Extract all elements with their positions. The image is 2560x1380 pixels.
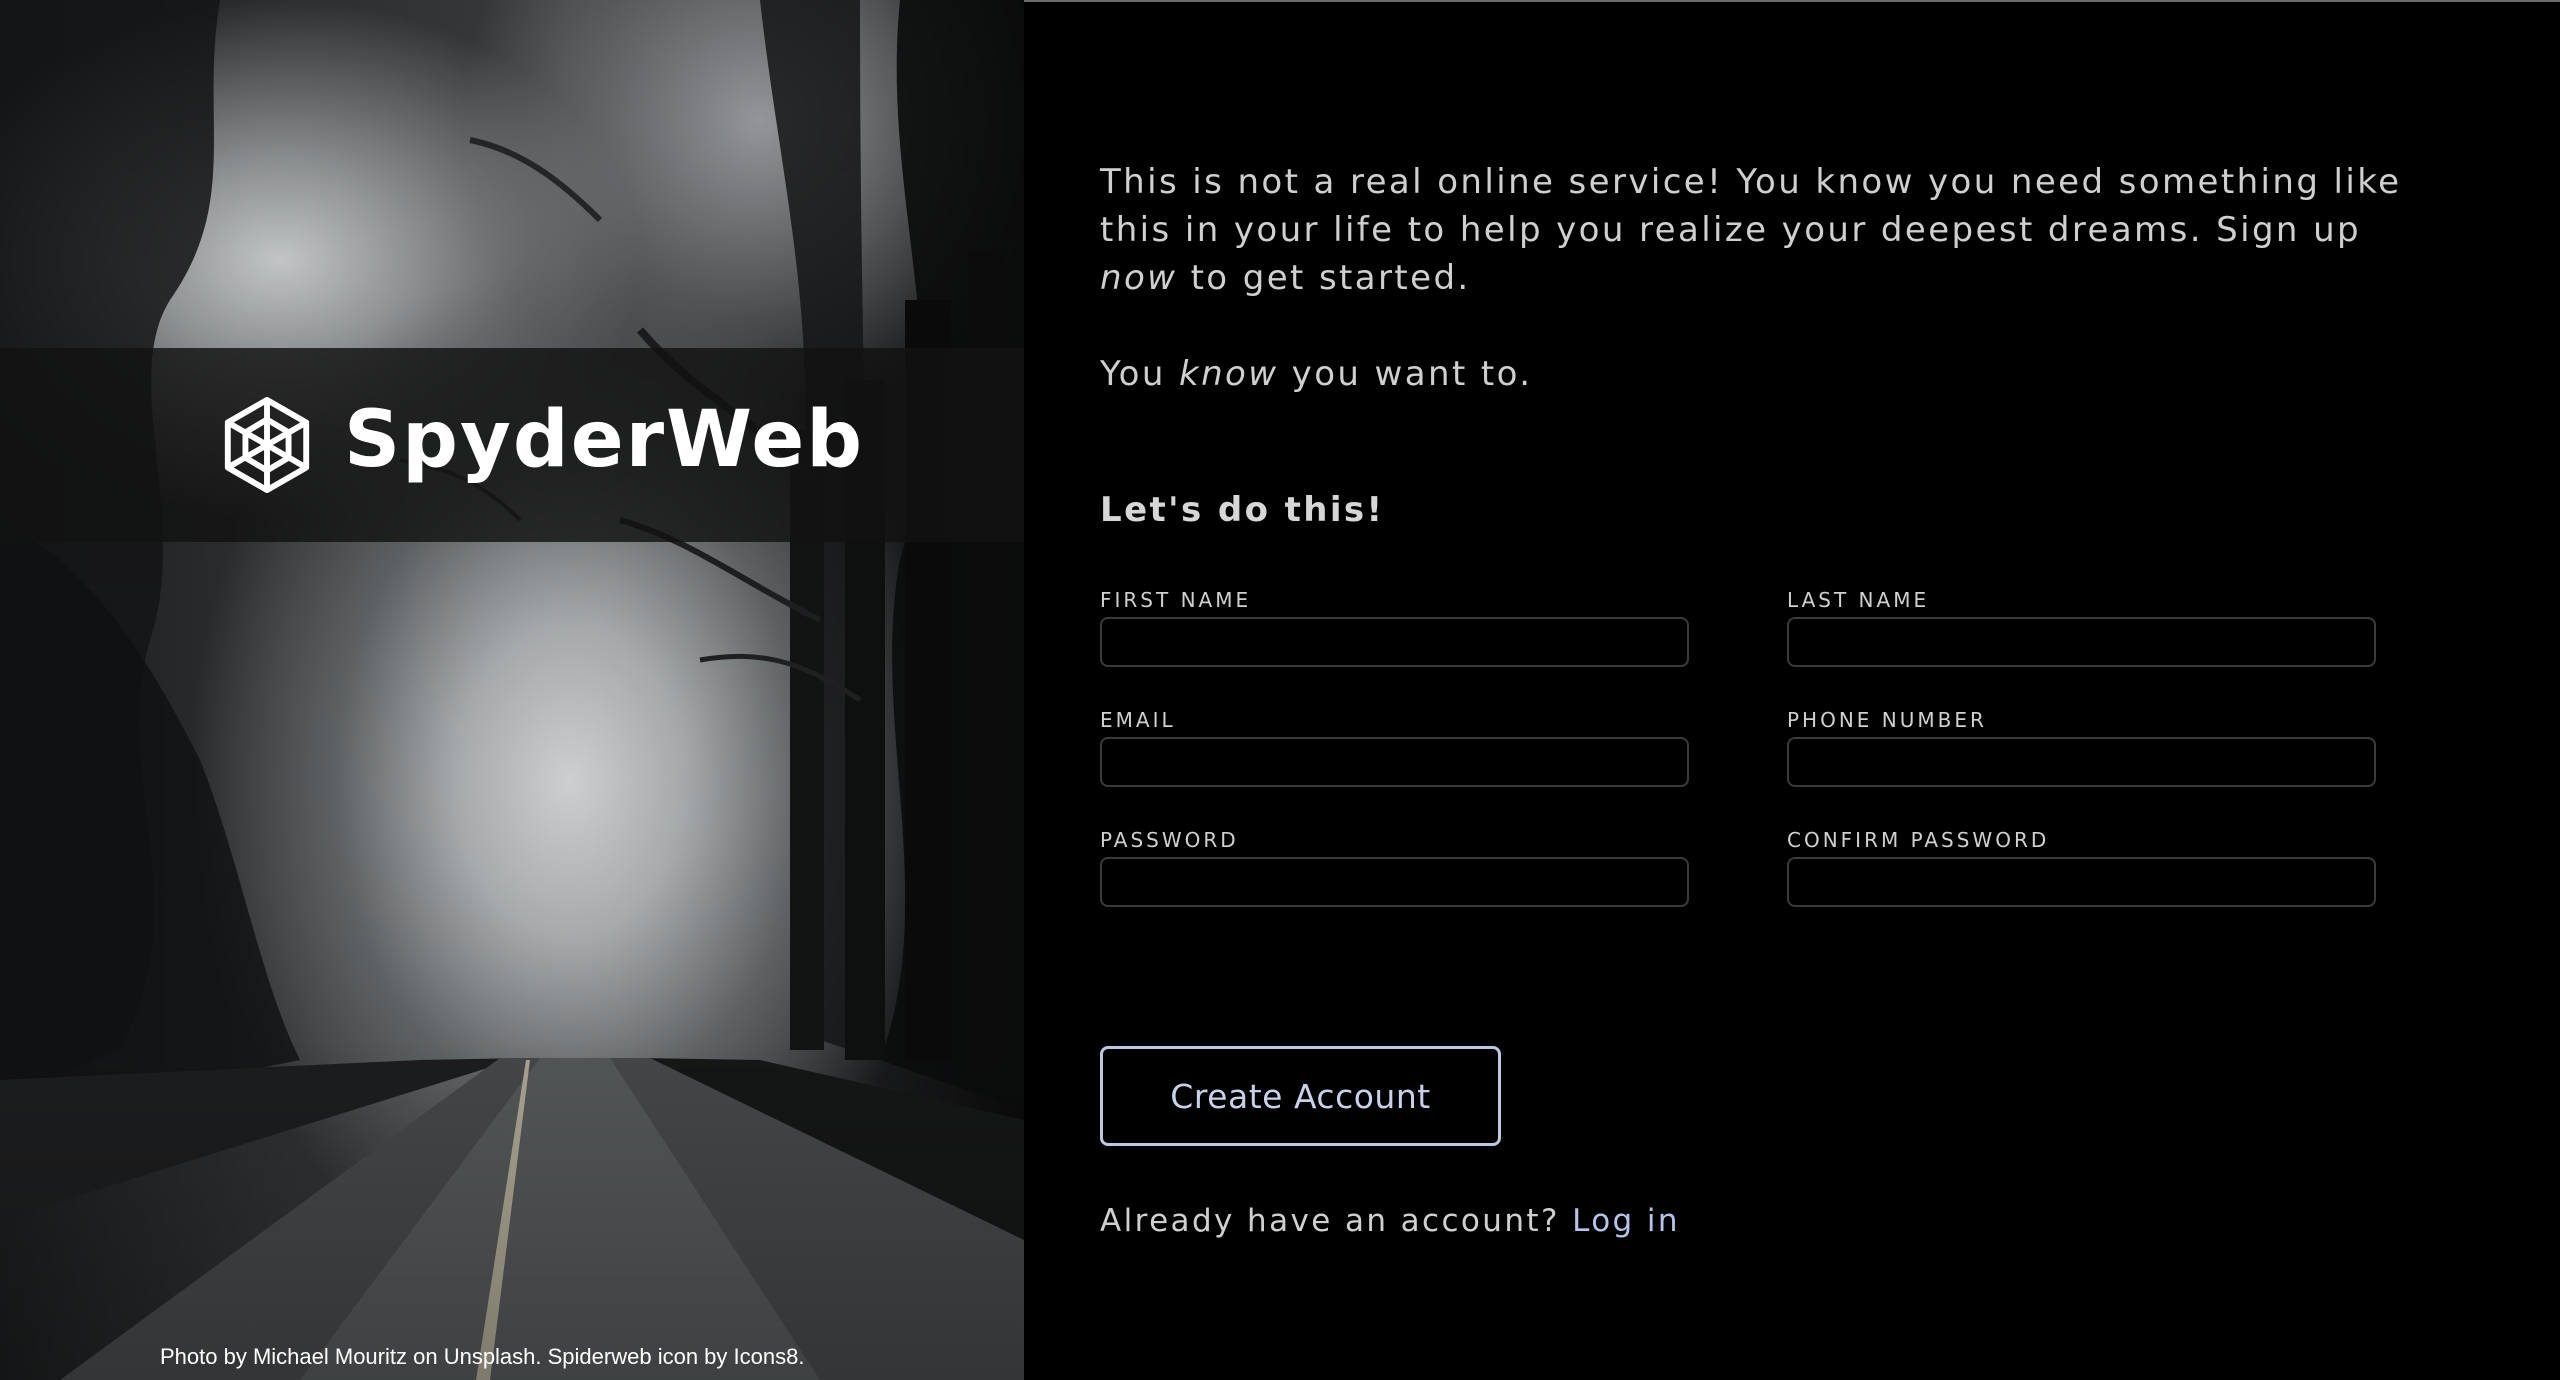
tagline-part2: you want to. bbox=[1278, 354, 1533, 394]
confirm-password-input[interactable] bbox=[1787, 857, 2376, 907]
login-link[interactable]: Log in bbox=[1572, 1203, 1680, 1239]
intro-text-part1: This is not a real online service! You k… bbox=[1100, 162, 2402, 250]
tagline-part1: You bbox=[1100, 354, 1180, 394]
email-label: EMAIL bbox=[1100, 708, 1176, 732]
last-name-label: LAST NAME bbox=[1787, 588, 1930, 612]
create-account-button[interactable]: Create Account bbox=[1100, 1046, 1501, 1146]
password-input[interactable] bbox=[1100, 857, 1689, 907]
phone-number-input[interactable] bbox=[1787, 737, 2376, 787]
top-divider bbox=[1024, 0, 2560, 2]
form-heading: Let's do this! bbox=[1100, 490, 1385, 530]
first-name-label: FIRST NAME bbox=[1100, 588, 1252, 612]
forest-road-photo bbox=[0, 0, 1024, 1380]
email-input[interactable] bbox=[1100, 737, 1689, 787]
photo-credit: Photo by Michael Mouritz on Unsplash. Sp… bbox=[160, 1344, 805, 1369]
intro-text: This is not a real online service! You k… bbox=[1100, 158, 2440, 302]
intro-emphasis: now bbox=[1100, 258, 1178, 298]
spiderweb-icon bbox=[224, 396, 310, 494]
brand-name: SpyderWeb bbox=[344, 395, 865, 485]
tagline: You know you want to. bbox=[1100, 350, 1532, 398]
confirm-password-label: CONFIRM PASSWORD bbox=[1787, 828, 2050, 852]
login-prompt-row: Already have an account? Log in bbox=[1100, 1203, 1680, 1239]
password-label: PASSWORD bbox=[1100, 828, 1239, 852]
phone-number-label: PHONE NUMBER bbox=[1787, 708, 1987, 732]
login-prompt: Already have an account? bbox=[1100, 1203, 1573, 1239]
last-name-input[interactable] bbox=[1787, 617, 2376, 667]
first-name-input[interactable] bbox=[1100, 617, 1689, 667]
tagline-emphasis: know bbox=[1179, 354, 1279, 394]
intro-text-part2: to get started. bbox=[1177, 258, 1471, 298]
hero-photo-panel: SpyderWeb Photo by Michael Mouritz on Un… bbox=[0, 0, 1024, 1380]
